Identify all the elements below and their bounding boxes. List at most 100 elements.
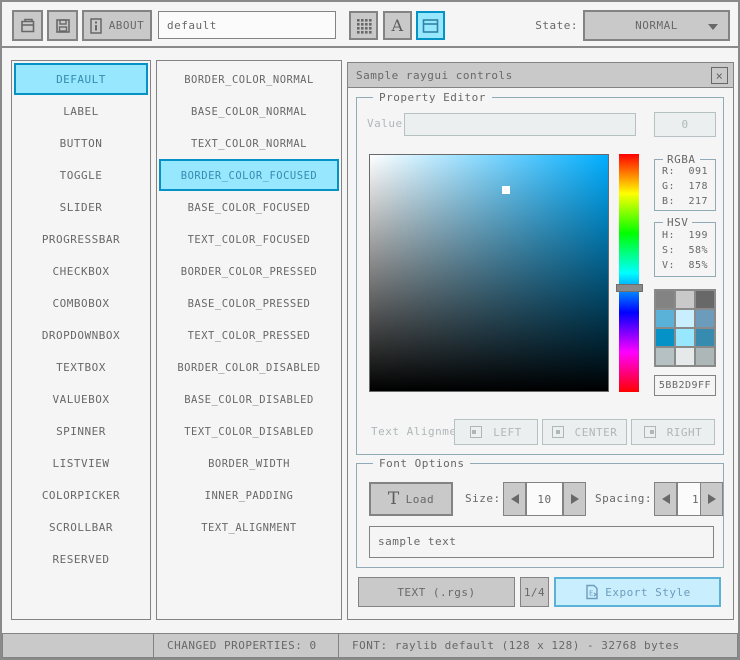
control-item-progressbar[interactable]: PROGRESSBAR [12, 223, 150, 255]
control-item-dropdownbox[interactable]: DROPDOWNBOX [12, 319, 150, 351]
control-item-colorpicker[interactable]: COLORPICKER [12, 479, 150, 511]
hue-bar[interactable] [619, 154, 639, 392]
info-icon [89, 17, 102, 34]
hue-slider-handle[interactable] [616, 284, 643, 292]
control-item-button[interactable]: BUTTON [12, 127, 150, 159]
rgba-group-label: RGBA [663, 152, 700, 167]
swatch-border-focused[interactable] [656, 310, 674, 327]
control-item-reserved[interactable]: RESERVED [12, 543, 150, 575]
control-item-label[interactable]: LABEL [12, 95, 150, 127]
control-item-valuebox[interactable]: VALUEBOX [12, 383, 150, 415]
font-mode-button[interactable]: A [383, 11, 412, 40]
font-load-button[interactable]: T Load [369, 482, 453, 516]
property-item[interactable]: BORDER_COLOR_PRESSED [157, 255, 341, 287]
export-format-button[interactable]: TEXT (.rgs) [358, 577, 515, 607]
swatch-border-pressed[interactable] [656, 329, 674, 346]
property-editor-group: Property Editor Value: 0 RGBA R: 091 G: 17… [356, 90, 724, 455]
property-item[interactable]: BORDER_WIDTH [157, 447, 341, 479]
sample-window-titlebar[interactable]: Sample raygui controls × [348, 63, 733, 88]
save-style-button[interactable] [47, 10, 78, 41]
swatch-text-disabled[interactable] [696, 348, 714, 365]
size-value-box[interactable]: 10 [526, 482, 563, 516]
save-icon [55, 18, 70, 33]
color-sv-panel[interactable] [369, 154, 609, 392]
color-selector-marker[interactable] [502, 186, 510, 194]
control-item-textbox[interactable]: TEXTBOX [12, 351, 150, 383]
hsv-group-label: HSV [663, 215, 693, 230]
h-value: 199 [688, 230, 708, 241]
size-decrement-button[interactable] [503, 482, 526, 516]
property-item[interactable]: BASE_COLOR_NORMAL [157, 95, 341, 127]
hex-value: 5BB2D9FF [658, 380, 712, 391]
sample-text-box[interactable]: sample text [369, 526, 714, 558]
controls-preview-mode-button[interactable] [416, 11, 445, 40]
property-item[interactable]: TEXT_COLOR_FOCUSED [157, 223, 341, 255]
property-item[interactable]: BORDER_COLOR_DISABLED [157, 351, 341, 383]
style-table-mode-button[interactable] [349, 11, 378, 40]
align-left-icon [470, 426, 483, 438]
align-center-button[interactable]: CENTER [542, 419, 627, 445]
swatch-text-normal[interactable] [696, 291, 714, 308]
open-style-button[interactable] [12, 10, 43, 41]
property-item[interactable]: BASE_COLOR_PRESSED [157, 287, 341, 319]
font-load-label: Load [405, 492, 435, 506]
property-item[interactable]: TEXT_ALIGNMENT [157, 511, 341, 543]
export-file-icon: E [586, 584, 598, 600]
control-item-checkbox[interactable]: CHECKBOX [12, 255, 150, 287]
swatch-base-pressed[interactable] [676, 329, 694, 346]
swatch-text-focused[interactable] [696, 310, 714, 327]
control-item-toggle[interactable]: TOGGLE [12, 159, 150, 191]
swatch-base-disabled[interactable] [676, 348, 694, 365]
value-input[interactable] [404, 113, 636, 136]
spacing-label: Spacing: [595, 492, 652, 505]
property-item[interactable]: BASE_COLOR_FOCUSED [157, 191, 341, 223]
align-left-button[interactable]: LEFT [454, 419, 538, 445]
property-item[interactable]: TEXT_COLOR_PRESSED [157, 319, 341, 351]
spacing-decrement-button[interactable] [654, 482, 677, 516]
font-info-text: FONT: raylib default (128 x 128) - 32768… [352, 639, 680, 652]
property-item-selected[interactable]: BORDER_COLOR_FOCUSED [159, 159, 339, 191]
controls-listbox: DEFAULT LABEL BUTTON TOGGLE SLIDER PROGR… [11, 60, 151, 620]
format-counter-button[interactable]: 1/4 [520, 577, 549, 607]
h-label: H: [662, 230, 676, 241]
swatch-base-normal[interactable] [676, 291, 694, 308]
swatch-text-pressed[interactable] [696, 329, 714, 346]
property-item[interactable]: TEXT_COLOR_NORMAL [157, 127, 341, 159]
align-right-button[interactable]: RIGHT [631, 419, 715, 445]
control-item-combobox[interactable]: COMBOBOX [12, 287, 150, 319]
swatch-border-normal[interactable] [656, 291, 674, 308]
control-item-default[interactable]: DEFAULT [14, 63, 148, 95]
state-dropdown[interactable]: NORMAL [583, 10, 730, 41]
size-increment-button[interactable] [563, 482, 586, 516]
arrow-right-icon [707, 494, 716, 504]
value-button-label: 0 [681, 118, 689, 131]
style-name-input[interactable] [158, 11, 336, 39]
property-item[interactable]: INNER_PADDING [157, 479, 341, 511]
hex-value-box[interactable]: 5BB2D9FF [654, 375, 716, 396]
b-value: 217 [688, 196, 708, 207]
spacing-increment-button[interactable] [700, 482, 723, 516]
chevron-down-icon [708, 24, 718, 30]
about-button[interactable]: ABOUT [82, 10, 152, 41]
sample-text: sample text [378, 535, 457, 548]
close-button[interactable]: × [711, 67, 728, 84]
property-item[interactable]: TEXT_COLOR_DISABLED [157, 415, 341, 447]
arrow-left-icon [510, 494, 519, 504]
control-item-listview[interactable]: LISTVIEW [12, 447, 150, 479]
properties-listbox: BORDER_COLOR_NORMAL BASE_COLOR_NORMAL TE… [156, 60, 342, 620]
state-dropdown-value: NORMAL [635, 19, 678, 32]
hsv-group: HSV H: 199 S: 58% V: 85% [654, 215, 716, 277]
property-item[interactable]: BORDER_COLOR_NORMAL [157, 63, 341, 95]
arrow-right-icon [570, 494, 579, 504]
swatch-base-focused[interactable] [676, 310, 694, 327]
control-item-slider[interactable]: SLIDER [12, 191, 150, 223]
value-button[interactable]: 0 [654, 112, 716, 137]
font-T-icon: T [387, 488, 400, 509]
control-item-scrollbar[interactable]: SCROLLBAR [12, 511, 150, 543]
swatch-border-disabled[interactable] [656, 348, 674, 365]
state-label: State: [535, 19, 578, 32]
control-item-spinner[interactable]: SPINNER [12, 415, 150, 447]
property-item[interactable]: BASE_COLOR_DISABLED [157, 383, 341, 415]
font-options-group-label: Font Options [373, 456, 471, 471]
export-style-button[interactable]: E Export Style [554, 577, 721, 607]
